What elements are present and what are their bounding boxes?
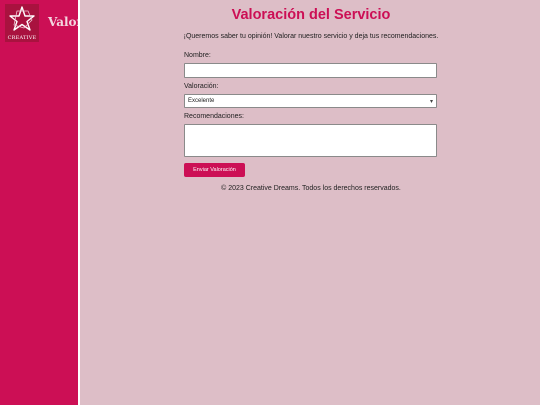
page-title: Valoración del Servicio — [231, 7, 391, 23]
rating-select[interactable]: Excelente ▾ — [184, 94, 437, 108]
name-input[interactable] — [184, 63, 437, 78]
sidebar-title: Valora — [48, 15, 78, 29]
recommendations-textarea[interactable] — [184, 124, 437, 157]
name-label: Nombre: — [184, 52, 211, 59]
rating-label: Valoración: — [184, 83, 219, 90]
sidebar: CREATIVE Valora — [0, 0, 80, 405]
logo-text: CREATIVE — [7, 35, 37, 41]
creative-logo[interactable]: CREATIVE — [5, 4, 39, 42]
recommendations-label: Recomendaciones: — [184, 113, 244, 120]
rating-selected-value: Excelente — [188, 98, 215, 104]
main-content: Valoración del Servicio ¡Queremos saber … — [82, 0, 540, 405]
star-logo-icon — [9, 6, 35, 31]
footer-text: © 2023 Creative Dreams. Todos los derech… — [221, 185, 401, 192]
chevron-down-icon: ▾ — [429, 98, 433, 105]
intro-text: ¡Queremos saber tu opinión! Valorar nues… — [183, 33, 439, 40]
submit-button[interactable]: Enviar Valoración — [184, 163, 245, 177]
